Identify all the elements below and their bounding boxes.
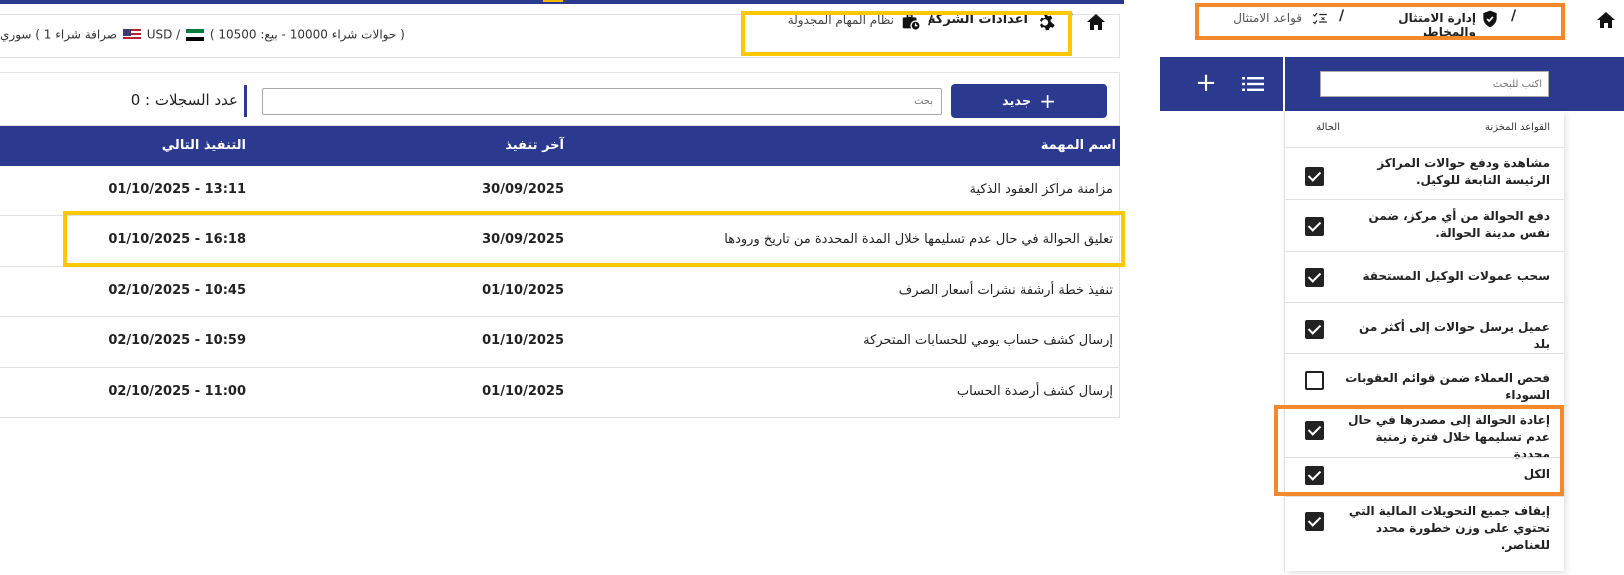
highlight-return-rule — [1274, 405, 1564, 496]
rule-label: مشاهدة ودفع حوالات المراكز الرئيسة التاب… — [1377, 156, 1550, 187]
list-item: مشاهدة ودفع حوالات المراكز الرئيسة التاب… — [1284, 147, 1564, 199]
highlight-compliance-breadcrumb — [1195, 3, 1565, 40]
table-row[interactable]: إرسال كشف حساب يومي للحسابات المتحركة 01… — [0, 317, 1120, 368]
task-last-run: 30/09/2025 — [482, 182, 564, 197]
main-toolbar: + جديد عدد السجلات : 0 — [0, 72, 1120, 126]
rates-text-1: صرافة شراء 1 ) — [35, 27, 118, 42]
records-count: عدد السجلات : 0 — [130, 91, 238, 109]
rule-checkbox[interactable] — [1305, 268, 1324, 287]
plus-icon: + — [1039, 89, 1057, 113]
table-row[interactable]: إرسال كشف أرصدة الحساب 01/10/2025 02/10/… — [0, 367, 1120, 418]
rules-actions-panel — [1160, 57, 1283, 111]
rule-checkbox[interactable] — [1305, 320, 1324, 339]
rule-label: فحص العملاء ضمن قوائم العقوبات السوداء — [1345, 371, 1550, 402]
search-input[interactable] — [262, 88, 942, 115]
rule-label: إيقاف جميع التحويلات المالية التي تحتوي … — [1348, 504, 1550, 552]
rates-text-2: ( حوالات شراء 10000 - بيع: 10500 ) بة — [209, 27, 404, 42]
list-item: إيقاف جميع التحويلات المالية التي تحتوي … — [1284, 496, 1564, 552]
table-header: اسم المهمة آخر تنفيذ التنفيذ التالي — [0, 126, 1120, 166]
column-header-name[interactable]: اسم المهمة — [1041, 138, 1116, 153]
add-rule-button[interactable]: + — [1194, 70, 1218, 96]
list-item: دفع الحوالة من أي مركز، ضمن نفس مدينة ال… — [1284, 199, 1564, 251]
task-last-run: 01/10/2025 — [482, 282, 564, 298]
table-row[interactable]: تنفيذ خطة أرشفة نشرات أسعار الصرف 01/10/… — [0, 266, 1120, 318]
list-icon[interactable] — [1242, 76, 1264, 92]
exchange-rates-ticker: صرافة شراء 1 ) سوري USD / ( حوالات شراء … — [0, 27, 404, 47]
new-task-button[interactable]: + جديد — [951, 84, 1107, 118]
syria-flag-icon — [186, 28, 205, 41]
rule-checkbox[interactable] — [1305, 371, 1324, 390]
highlight-task-row — [63, 211, 1125, 267]
rule-label: سحب عمولات الوكيل المستحقة — [1362, 269, 1550, 283]
count-divider — [244, 85, 247, 117]
column-header-next-run[interactable]: التنفيذ التالي — [100, 138, 246, 153]
task-last-run: 01/10/2025 — [482, 333, 564, 349]
task-next-run: 02/10/2025 - 10:45 — [108, 282, 246, 298]
new-button-label: جديد — [1001, 93, 1032, 109]
table-row[interactable]: مزامنة مراكز العقود الذكية 30/09/2025 01… — [0, 166, 1120, 217]
column-header-status: الحالة — [1316, 122, 1340, 133]
column-header-stored-rules: القواعد المخزنة — [1485, 122, 1550, 133]
us-flag-icon — [122, 28, 141, 41]
rule-label: دفع الحوالة من أي مركز، ضمن نفس مدينة ال… — [1368, 209, 1550, 240]
rule-checkbox[interactable] — [1305, 512, 1324, 531]
rates-currency-2: USD / — [146, 27, 181, 42]
rule-checkbox[interactable] — [1305, 167, 1324, 186]
home-icon[interactable] — [1082, 10, 1110, 34]
task-next-run: 02/10/2025 - 10:59 — [108, 333, 246, 349]
scheduled-tasks-table: اسم المهمة آخر تنفيذ التنفيذ التالي مزام… — [0, 126, 1120, 418]
list-item: فحص العملاء ضمن قوائم العقوبات السوداء — [1284, 353, 1564, 405]
list-item: سحب عمولات الوكيل المستحقة — [1284, 251, 1564, 302]
highlight-breadcrumb — [741, 11, 1072, 56]
rule-checkbox[interactable] — [1305, 217, 1324, 236]
top-accent-mark — [543, 0, 563, 2]
task-last-run: 01/10/2025 — [482, 383, 564, 399]
column-header-last-run[interactable]: آخر تنفيذ — [430, 138, 564, 153]
task-next-run: 02/10/2025 - 11:00 — [108, 383, 246, 399]
task-name: إرسال كشف حساب يومي للحسابات المتحركة — [863, 333, 1113, 349]
task-name: إرسال كشف أرصدة الحساب — [956, 383, 1113, 399]
rule-label: عميل يرسل حوالات إلى أكثر من بلد — [1359, 320, 1550, 351]
rates-currency-1: سوري — [0, 27, 32, 42]
task-name: مزامنة مراكز العقود الذكية — [969, 182, 1113, 197]
task-next-run: 01/10/2025 - 13:11 — [108, 182, 246, 197]
home-icon[interactable] — [1588, 8, 1624, 32]
task-name: تنفيذ خطة أرشفة نشرات أسعار الصرف — [898, 282, 1113, 298]
rules-search-input[interactable] — [1320, 71, 1549, 97]
list-item: عميل يرسل حوالات إلى أكثر من بلد — [1284, 302, 1564, 353]
